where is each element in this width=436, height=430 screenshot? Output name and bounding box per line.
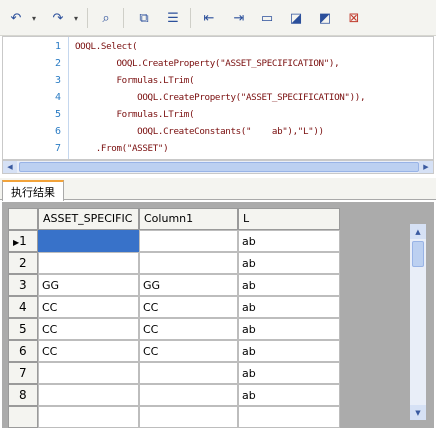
remove-comment-icon[interactable]: ⊠ — [344, 8, 364, 28]
row-number: 7 — [19, 366, 27, 380]
row-number: 6 — [19, 344, 27, 358]
table-cell[interactable]: GG — [38, 274, 139, 296]
line-number: 7 — [54, 143, 61, 154]
line-number: 5 — [54, 109, 61, 120]
table-cell[interactable]: ab — [238, 318, 340, 340]
row-header[interactable]: 3 — [8, 274, 38, 296]
line-number: 6 — [54, 126, 61, 137]
row-header[interactable]: 2 — [8, 252, 38, 274]
code-line[interactable]: Formulas.LTrim( — [75, 75, 194, 86]
grid-corner[interactable] — [8, 208, 38, 230]
row-number: 3 — [19, 278, 27, 292]
table-cell[interactable] — [139, 252, 238, 274]
code-line[interactable]: OOQL.CreateProperty("ASSET_SPECIFICATION… — [75, 58, 339, 69]
toggle-bookmark-icon[interactable]: ⧉ — [134, 8, 154, 28]
row-header[interactable]: 4 — [8, 296, 38, 318]
horizontal-scroll-thumb[interactable] — [19, 162, 419, 172]
vertical-scrollbar[interactable]: ▲ ▼ — [410, 224, 426, 420]
redo-icon[interactable]: ↷ — [48, 8, 68, 28]
find-icon[interactable]: ⌕ — [96, 8, 116, 28]
table-cell[interactable]: ab — [238, 274, 340, 296]
code-line[interactable]: OOQL.CreateProperty("ASSET_SPECIFICATION… — [75, 92, 365, 103]
scroll-down-icon[interactable]: ▼ — [410, 405, 426, 420]
comment-box-icon[interactable]: ▭ — [257, 8, 277, 28]
column-header-l[interactable]: L — [238, 208, 340, 230]
table-cell[interactable]: CC — [38, 318, 139, 340]
table-cell[interactable]: ab — [238, 384, 340, 406]
toolbar-separator — [123, 8, 124, 28]
code-line[interactable]: OOQL.CreateConstants(" ab"),"L")) — [75, 126, 324, 137]
row-number: 1 — [19, 234, 27, 248]
line-number: 4 — [54, 92, 61, 103]
table-cell[interactable]: ab — [238, 362, 340, 384]
horizontal-scrollbar[interactable]: ◀ ▶ — [2, 160, 434, 174]
code-editor[interactable]: 1 2 3 4 5 6 7 OOQL.Select( OOQL.CreatePr… — [2, 36, 434, 160]
undo-icon[interactable]: ↶ — [6, 8, 26, 28]
scroll-up-icon[interactable]: ▲ — [410, 224, 426, 239]
table-cell[interactable]: CC — [139, 340, 238, 362]
table-cell[interactable]: ab — [238, 340, 340, 362]
table-cell[interactable]: ab — [238, 230, 340, 252]
line-number: 2 — [54, 58, 61, 69]
row-header[interactable]: 7 — [8, 362, 38, 384]
column-header-column1[interactable]: Column1 — [139, 208, 238, 230]
redo-dropdown-icon[interactable]: ▾ — [71, 8, 81, 28]
line-number: 1 — [54, 41, 61, 52]
table-cell[interactable]: CC — [139, 318, 238, 340]
comment-out-icon[interactable]: ◪ — [286, 8, 306, 28]
undo-dropdown-icon[interactable]: ▾ — [29, 8, 39, 28]
table-cell[interactable] — [238, 406, 340, 428]
row-number: 8 — [19, 388, 27, 402]
outdent-icon[interactable]: ⇤ — [199, 8, 219, 28]
row-number: 2 — [19, 256, 27, 270]
table-cell[interactable] — [139, 230, 238, 252]
tab-execution-result[interactable]: 执行结果 — [2, 180, 64, 201]
code-line[interactable]: OOQL.Select( — [75, 41, 138, 52]
scroll-left-icon[interactable]: ◀ — [3, 161, 17, 173]
table-cell[interactable]: ab — [238, 252, 340, 274]
table-cell[interactable]: ab — [238, 296, 340, 318]
gutter-divider — [68, 37, 69, 159]
row-number: 4 — [19, 300, 27, 314]
row-header[interactable]: 5 — [8, 318, 38, 340]
line-number: 3 — [54, 75, 61, 86]
table-cell[interactable]: CC — [139, 296, 238, 318]
row-header[interactable]: ▶1 — [8, 230, 38, 252]
table-cell[interactable] — [139, 362, 238, 384]
row-header[interactable]: 8 — [8, 384, 38, 406]
code-line[interactable]: Formulas.LTrim( — [75, 109, 194, 120]
scroll-right-icon[interactable]: ▶ — [419, 161, 433, 173]
table-cell[interactable] — [38, 230, 139, 252]
table-cell[interactable] — [38, 252, 139, 274]
toolbar-separator — [190, 8, 191, 28]
toolbar: ↶ ▾ ↷ ▾ ⌕ ⧉ ☰ ⇤ ⇥ ▭ ◪ ◩ ⊠ — [0, 0, 436, 36]
row-number: 5 — [19, 322, 27, 336]
table-cell[interactable] — [139, 384, 238, 406]
row-header[interactable]: 6 — [8, 340, 38, 362]
uncomment-icon[interactable]: ◩ — [315, 8, 335, 28]
indent-icon[interactable]: ⇥ — [229, 8, 249, 28]
toolbar-separator — [87, 8, 88, 28]
table-cell[interactable] — [139, 406, 238, 428]
line-numbers-icon[interactable]: ☰ — [163, 8, 183, 28]
table-cell[interactable] — [38, 406, 139, 428]
table-cell[interactable]: GG — [139, 274, 238, 296]
table-cell[interactable] — [38, 362, 139, 384]
row-header[interactable] — [8, 406, 38, 428]
table-cell[interactable] — [38, 384, 139, 406]
results-grid: ASSET_SPECIFIC Column1 L ▶1 ab 2 ab 3 GG… — [2, 202, 434, 428]
table-cell[interactable]: CC — [38, 340, 139, 362]
column-header-asset-specification[interactable]: ASSET_SPECIFIC — [38, 208, 139, 230]
results-tab-strip — [0, 178, 436, 200]
code-line[interactable]: .From("ASSET") — [75, 143, 169, 154]
vertical-scroll-thumb[interactable] — [412, 241, 424, 267]
table-cell[interactable]: CC — [38, 296, 139, 318]
